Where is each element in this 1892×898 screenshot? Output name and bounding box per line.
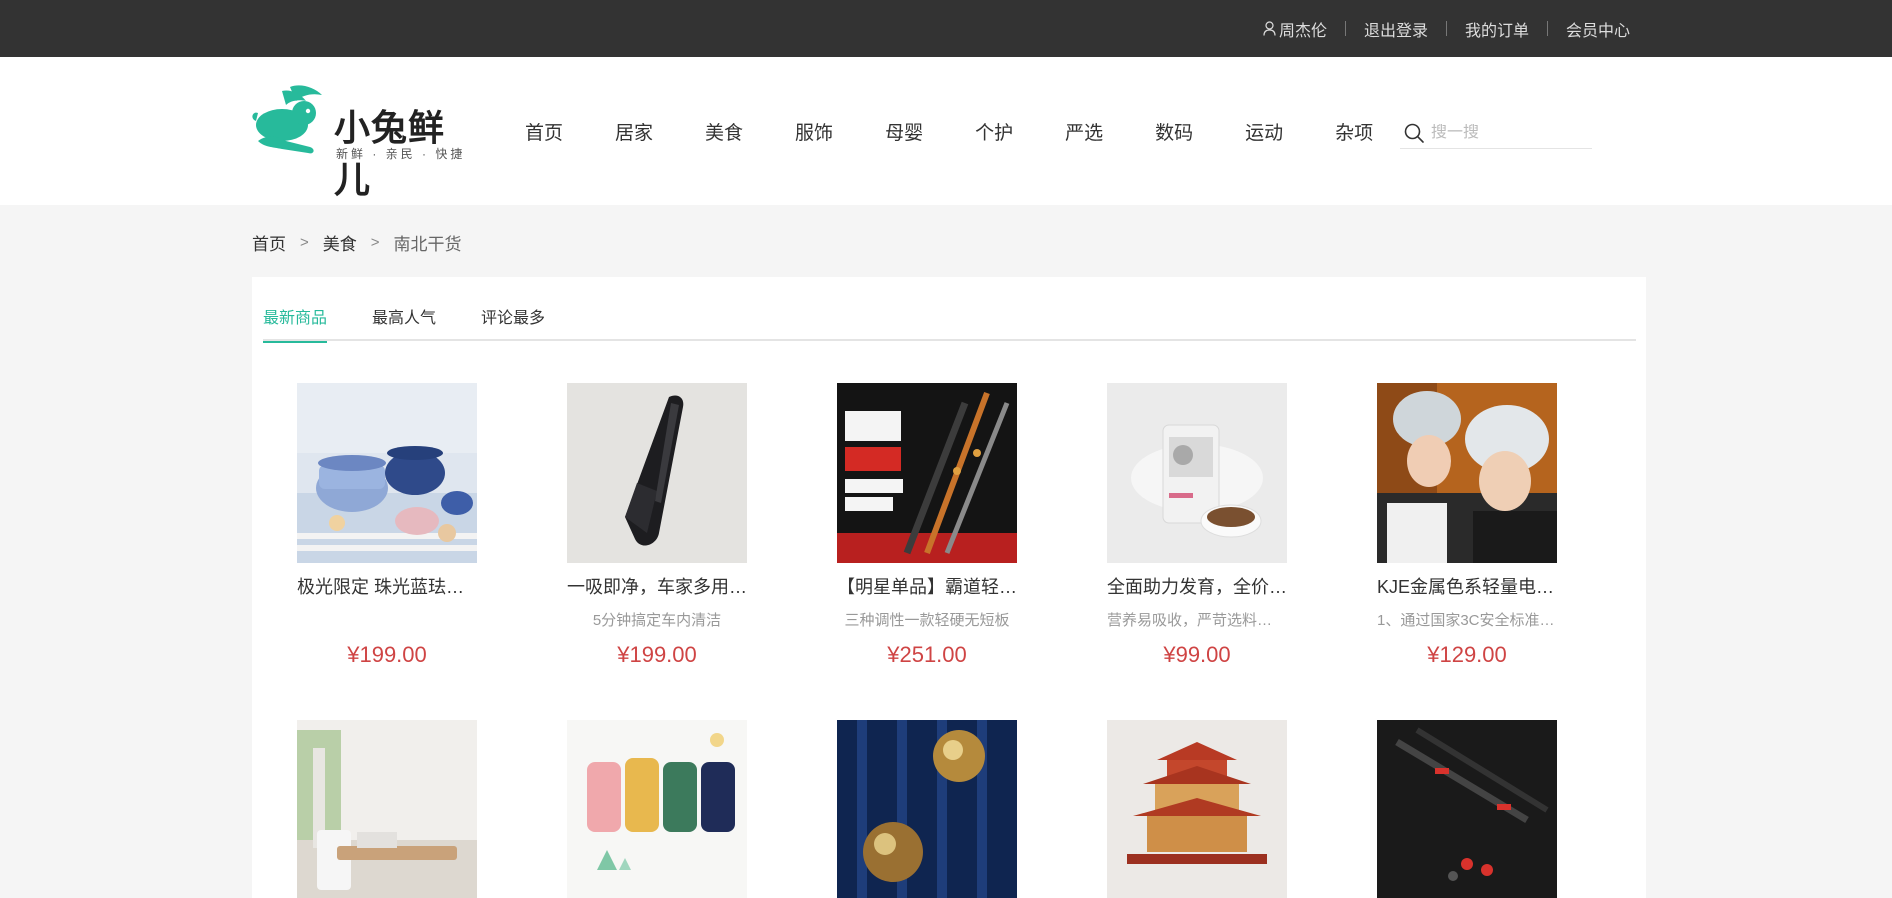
- product-panel: 最新商品 最高人气 评论最多 极光限定 珠光蓝珐琅锅 ¥199.00 一吸即净，…: [252, 277, 1646, 898]
- product-image[interactable]: [1377, 720, 1557, 898]
- divider: [1546, 21, 1548, 36]
- tab-most-popular[interactable]: 最高人气: [372, 309, 436, 341]
- sort-tabs: 最新商品 最高人气 评论最多: [263, 309, 1636, 343]
- nav-item-sports[interactable]: 运动: [1245, 118, 1283, 145]
- nav-item-misc[interactable]: 杂项: [1335, 118, 1373, 145]
- product-card[interactable]: [1377, 720, 1557, 898]
- product-desc: 5分钟搞定车内清洁: [592, 612, 722, 629]
- product-card[interactable]: [1107, 720, 1287, 898]
- product-image[interactable]: [837, 383, 1017, 563]
- breadcrumb-home[interactable]: 首页: [252, 230, 286, 255]
- nav-item-home[interactable]: 首页: [525, 118, 563, 145]
- breadcrumb-separator: >: [300, 234, 309, 251]
- product-desc: [297, 612, 477, 630]
- product-card[interactable]: [297, 720, 477, 898]
- divider: [1344, 21, 1346, 36]
- breadcrumb: 首页 > 美食 > 南北干货: [252, 230, 462, 255]
- product-price: ¥99.00: [1163, 642, 1231, 667]
- product-image[interactable]: [837, 720, 1017, 898]
- product-image[interactable]: [567, 383, 747, 563]
- search-input[interactable]: [1431, 123, 1581, 142]
- product-image[interactable]: [297, 383, 477, 563]
- product-price: ¥129.00: [1427, 642, 1507, 667]
- product-name[interactable]: 【明星单品】霸道轻量鱼竿: [837, 576, 1017, 598]
- nav-item-food[interactable]: 美食: [705, 118, 743, 145]
- tab-most-reviews[interactable]: 评论最多: [481, 309, 545, 341]
- user-name: 周杰伦: [1278, 22, 1327, 40]
- product-price: ¥199.00: [617, 642, 697, 667]
- product-card[interactable]: 极光限定 珠光蓝珐琅锅 ¥199.00: [297, 383, 477, 667]
- product-card[interactable]: KJE金属色系轻量电动车头盔 1、通过国家3C安全标准认证 ¥129.00: [1377, 383, 1557, 667]
- product-image[interactable]: [297, 720, 477, 898]
- product-image[interactable]: [567, 720, 747, 898]
- user-link[interactable]: 周杰伦: [1263, 17, 1327, 41]
- user-icon: [1263, 21, 1276, 36]
- tab-newest[interactable]: 最新商品: [263, 309, 328, 343]
- product-card[interactable]: [837, 720, 1017, 898]
- logo-slogan: 新鲜 · 亲民 · 快捷: [336, 147, 466, 161]
- logout-link[interactable]: 退出登录: [1364, 17, 1428, 41]
- top-bar-nav: 周杰伦 退出登录 我的订单 会员中心: [1263, 0, 1630, 57]
- product-card[interactable]: 一吸即净，车家多用吸尘器 5分钟搞定车内清洁 ¥199.00: [567, 383, 747, 667]
- product-name[interactable]: 全面助力发育，全价猫粮: [1107, 576, 1287, 598]
- product-name[interactable]: KJE金属色系轻量电动车头盔: [1377, 576, 1557, 598]
- nav-item-baby[interactable]: 母婴: [885, 118, 923, 145]
- header: 小兔鲜儿 新鲜 · 亲民 · 快捷 首页 居家 美食 服饰 母婴 个护 严选 数…: [0, 57, 1892, 205]
- rabbit-logo-icon: [252, 85, 322, 154]
- logo[interactable]: 小兔鲜儿 新鲜 · 亲民 · 快捷: [252, 81, 474, 201]
- product-name[interactable]: 极光限定 珠光蓝珐琅锅: [297, 576, 477, 598]
- product-card[interactable]: 全面助力发育，全价猫粮 营养易吸收，严苛选料更安心 ¥99.00: [1107, 383, 1287, 667]
- breadcrumb-separator: >: [370, 234, 380, 251]
- my-orders-link[interactable]: 我的订单: [1465, 17, 1529, 41]
- product-desc: 三种调性一款轻硬无短板: [844, 612, 1010, 629]
- search-icon[interactable]: [1403, 122, 1425, 144]
- nav-item-digital[interactable]: 数码: [1155, 118, 1193, 145]
- nav-item-selected[interactable]: 严选: [1065, 118, 1103, 145]
- divider: [1445, 21, 1447, 36]
- breadcrumb-category[interactable]: 美食: [323, 230, 357, 255]
- top-bar: 周杰伦 退出登录 我的订单 会员中心: [0, 0, 1892, 57]
- nav-item-personal-care[interactable]: 个护: [975, 118, 1013, 145]
- breadcrumb-current: 南北干货: [393, 235, 462, 254]
- product-desc: 1、通过国家3C安全标准认证: [1377, 612, 1557, 629]
- product-image[interactable]: [1377, 383, 1557, 563]
- nav-item-apparel[interactable]: 服饰: [795, 118, 833, 145]
- nav-item-home-living[interactable]: 居家: [615, 118, 653, 145]
- member-center-link[interactable]: 会员中心: [1566, 17, 1630, 41]
- search-box: [1400, 117, 1592, 149]
- product-card[interactable]: 【明星单品】霸道轻量鱼竿 三种调性一款轻硬无短板 ¥251.00: [837, 383, 1017, 667]
- product-image[interactable]: [1107, 383, 1287, 563]
- product-image[interactable]: [1107, 720, 1287, 898]
- product-price: ¥199.00: [347, 642, 427, 667]
- main-nav: 首页 居家 美食 服饰 母婴 个护 严选 数码 运动 杂项: [525, 57, 1425, 205]
- product-name[interactable]: 一吸即净，车家多用吸尘器: [567, 576, 747, 598]
- product-card[interactable]: [567, 720, 747, 898]
- product-desc: 营养易吸收，严苛选料更安心: [1107, 612, 1287, 629]
- product-price: ¥251.00: [887, 642, 967, 667]
